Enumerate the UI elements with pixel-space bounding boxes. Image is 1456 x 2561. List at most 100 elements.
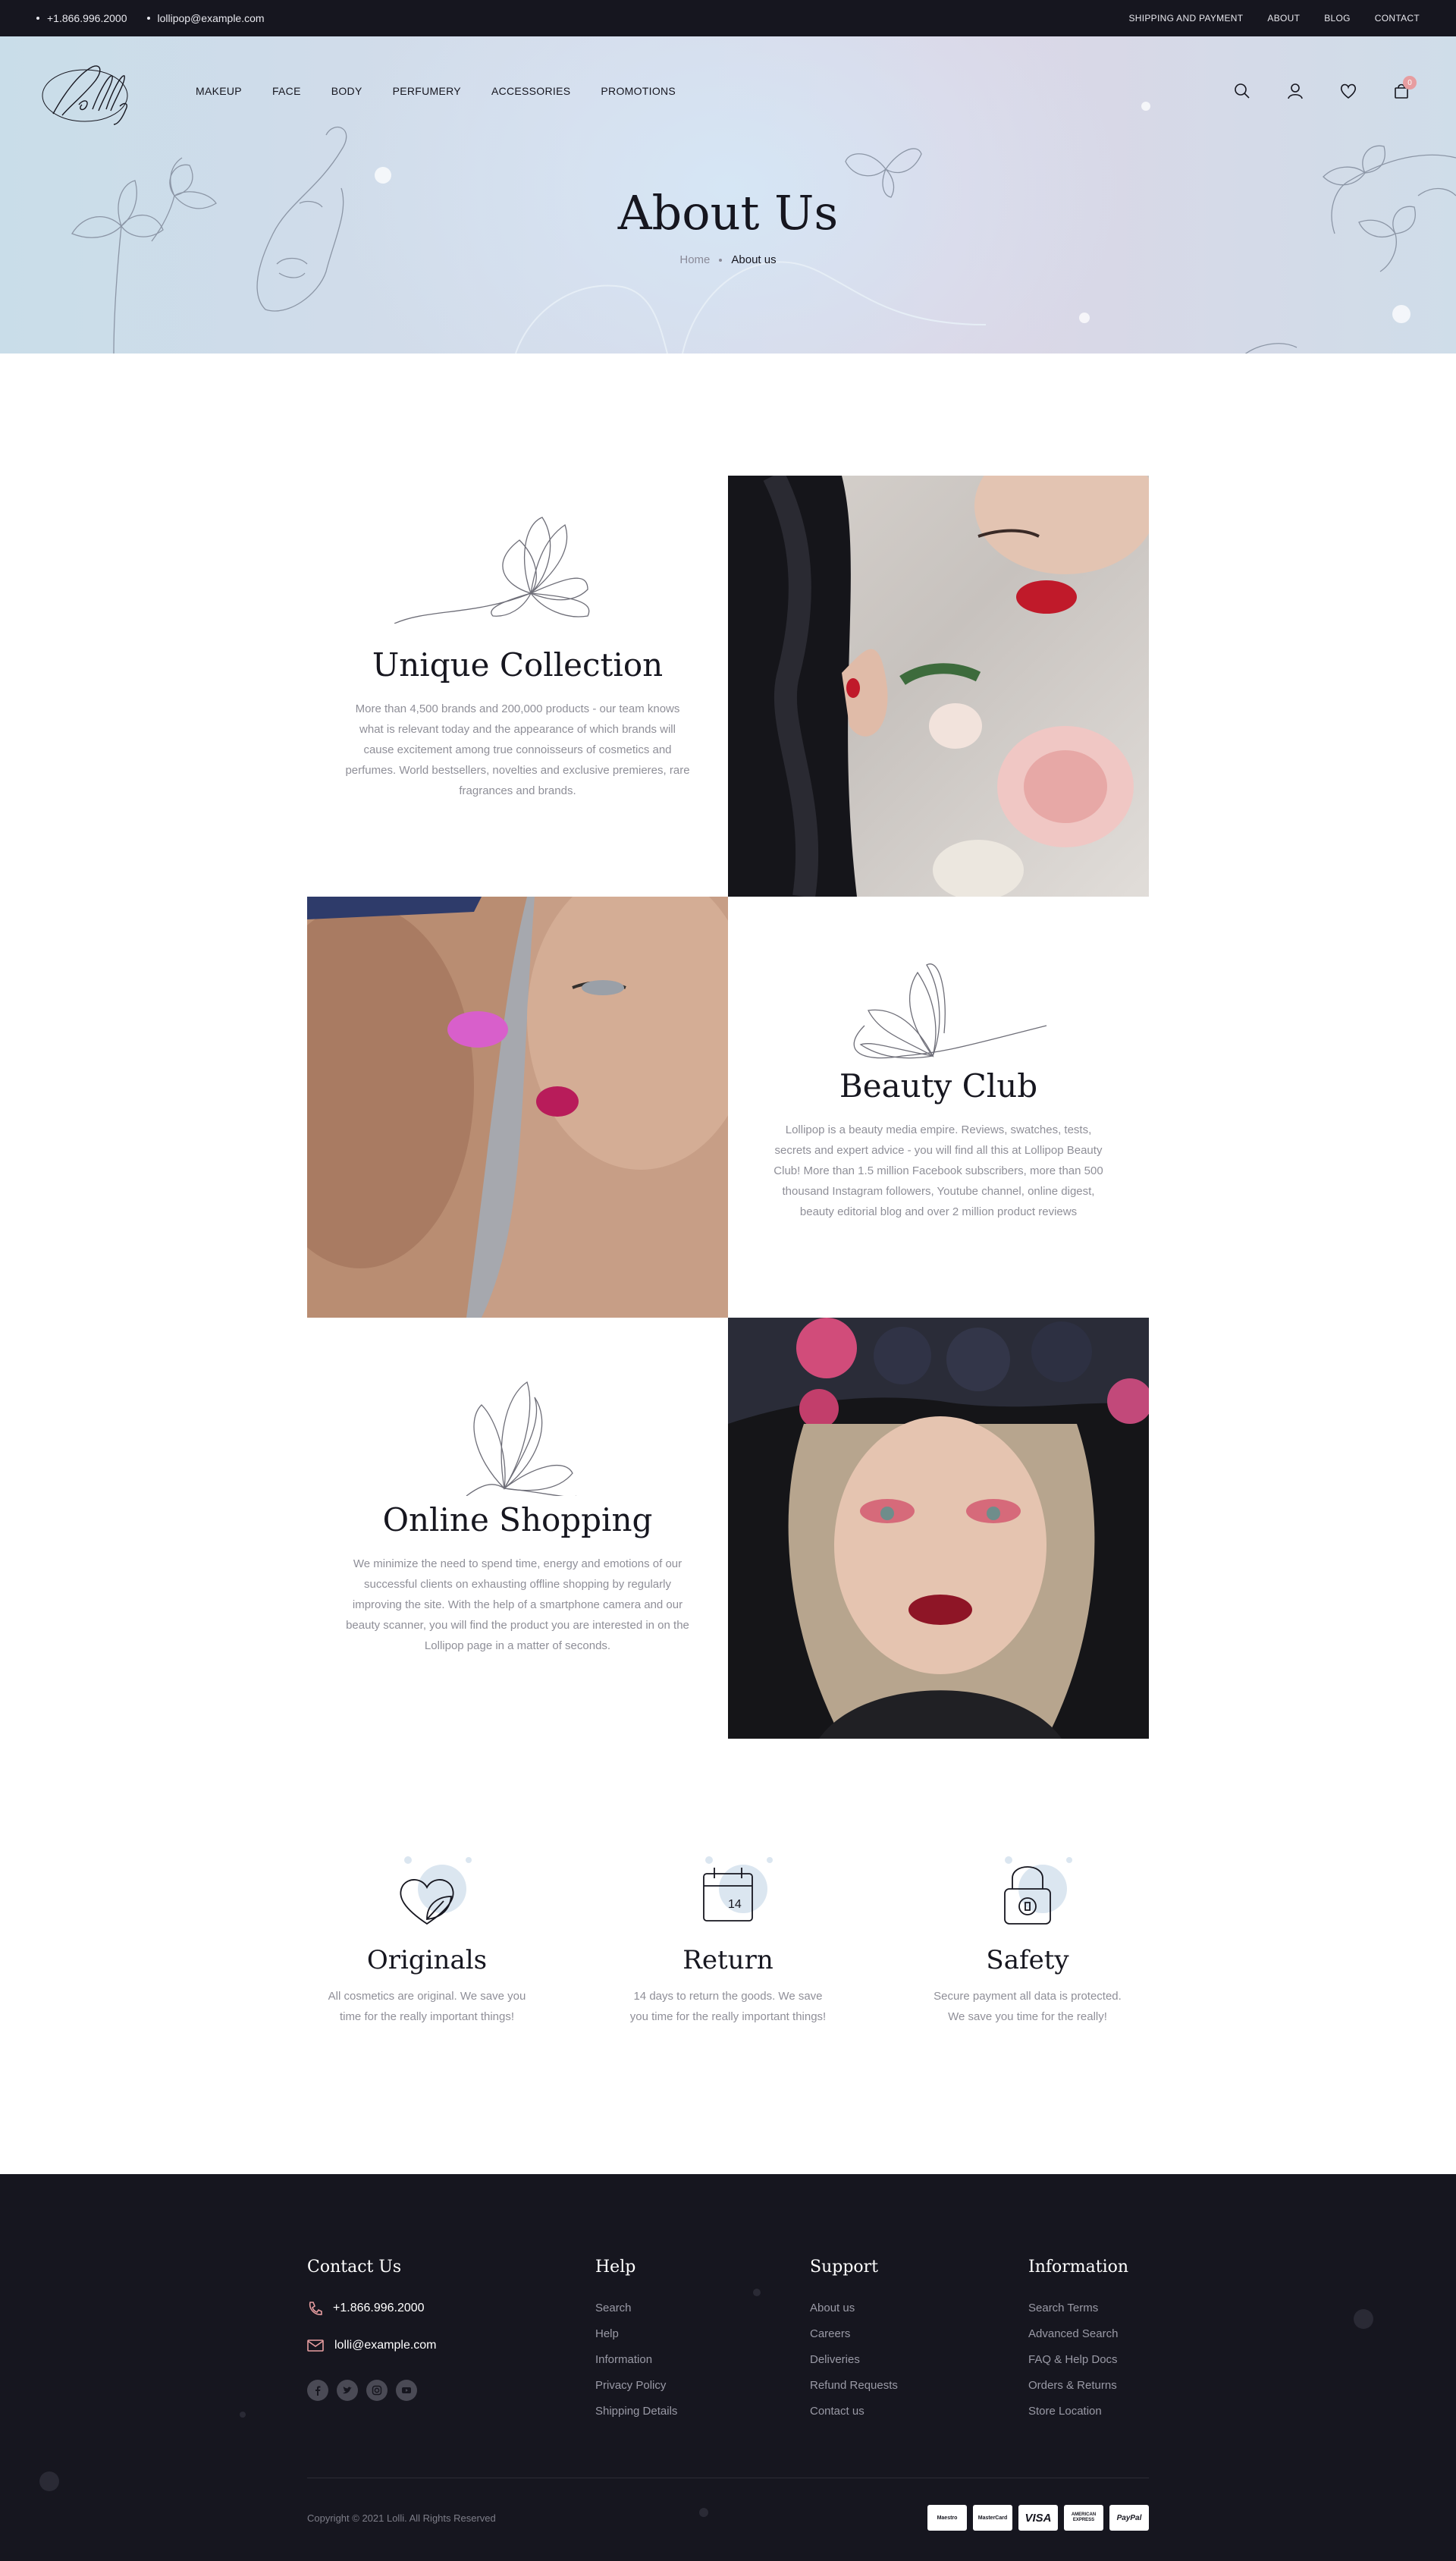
top-link-blog[interactable]: BLOG [1324, 13, 1351, 24]
footer-dot [240, 2412, 246, 2418]
footer-link-information[interactable]: Information [595, 2352, 677, 2368]
footer-contact: Contact Us +1.866.996.2000 lolli@example… [307, 2258, 437, 2401]
top-bar: +1.866.996.2000 lollipop@example.com SHI… [0, 0, 1456, 36]
feature-unique-collection: Unique Collection More than 4,500 brands… [307, 476, 728, 897]
nav-perfumery[interactable]: PERFUMERY [393, 85, 461, 97]
footer-support: Support About us Careers Deliveries Refu… [810, 2258, 898, 2430]
footer-link-help[interactable]: Help [595, 2327, 677, 2342]
nav-accessories[interactable]: ACCESSORIES [491, 85, 570, 97]
facebook-icon[interactable] [307, 2380, 328, 2401]
footer-link-faq[interactable]: FAQ & Help Docs [1028, 2352, 1128, 2368]
visa-icon: VISA [1018, 2505, 1058, 2531]
twitter-icon[interactable] [337, 2380, 358, 2401]
benefit-text: Secure payment all data is protected. We… [934, 1990, 1122, 2023]
hero-bubble [1079, 313, 1090, 323]
benefit-text: 14 days to return the goods. We save you… [629, 1990, 827, 2023]
paypal-icon: PayPal [1109, 2505, 1149, 2531]
mastercard-icon: MasterCard [973, 2505, 1012, 2531]
instagram-icon[interactable] [366, 2380, 388, 2401]
top-bar-links: SHIPPING AND PAYMENT ABOUT BLOG CONTACT [1128, 0, 1420, 36]
calendar-icon: 14 [614, 1851, 842, 1934]
nav-promotions[interactable]: PROMOTIONS [601, 85, 676, 97]
top-bar-email-text: lollipop@example.com [157, 12, 265, 24]
footer-link-refund[interactable]: Refund Requests [810, 2378, 898, 2393]
hero-bubble [1141, 102, 1150, 111]
footer-link-advanced-search[interactable]: Advanced Search [1028, 2327, 1128, 2342]
top-link-about[interactable]: ABOUT [1267, 13, 1300, 24]
footer-link-search[interactable]: Search [595, 2301, 677, 2316]
footer-link-about[interactable]: About us [810, 2301, 898, 2316]
footer-heading: Support [810, 2258, 879, 2277]
top-bar-phone-text: +1.866.996.2000 [47, 12, 127, 24]
top-link-contact[interactable]: CONTACT [1375, 13, 1420, 24]
lock-icon [914, 1851, 1141, 1934]
footer-link-privacy[interactable]: Privacy Policy [595, 2378, 677, 2393]
footer-link-store[interactable]: Store Location [1028, 2404, 1128, 2419]
footer-dot [753, 2289, 761, 2296]
header-icons: 0 [1233, 76, 1417, 100]
top-bar-email[interactable]: lollipop@example.com [146, 12, 265, 24]
breadcrumb-home[interactable]: Home [679, 253, 710, 266]
footer-heading: Help [595, 2258, 636, 2277]
top-link-shipping[interactable]: SHIPPING AND PAYMENT [1128, 13, 1243, 24]
footer-dot [39, 2471, 59, 2491]
main-nav: MAKEUP FACE BODY PERFUMERY ACCESSORIES P… [196, 85, 676, 97]
benefit-originals: Originals All cosmetics are original. We… [313, 1851, 541, 2027]
user-icon[interactable] [1286, 82, 1304, 100]
footer-link-deliveries[interactable]: Deliveries [810, 2352, 898, 2368]
footer-link-shipping[interactable]: Shipping Details [595, 2404, 677, 2419]
heart-icon[interactable] [1339, 82, 1357, 100]
nav-makeup[interactable]: MAKEUP [196, 85, 242, 97]
page-title: About Us [617, 185, 839, 240]
search-icon[interactable] [1233, 82, 1251, 100]
breadcrumb-current: About us [731, 253, 777, 266]
youtube-icon[interactable] [396, 2380, 417, 2401]
lotus-flower-icon [394, 517, 590, 624]
feature-text: Lollipop is a beauty media empire. Revie… [774, 1123, 1103, 1218]
photo-illustration [307, 897, 728, 1318]
nav-face[interactable]: FACE [272, 85, 301, 97]
photo-illustration [728, 476, 1149, 897]
heart-leaf-icon [313, 1851, 541, 1934]
payment-methods: Maestro MasterCard VISA AMERICAN EXPRESS… [927, 2505, 1149, 2531]
cart-icon[interactable]: 0 [1392, 76, 1417, 100]
bullet-icon [36, 17, 39, 20]
footer-link-orders[interactable]: Orders & Returns [1028, 2378, 1128, 2393]
benefit-title: Safety [986, 1945, 1069, 1975]
footer-email[interactable]: lolli@example.com [307, 2339, 437, 2352]
benefit-return: 14 Return 14 days to return the goods. W… [614, 1851, 842, 2027]
photo-illustration [728, 1318, 1149, 1739]
benefit-title: Originals [366, 1945, 488, 1975]
bullet-icon [146, 17, 150, 20]
phone-icon [309, 2302, 322, 2315]
cart-count-badge: 0 [1403, 76, 1417, 90]
photo-woman-flower-crown [728, 1318, 1149, 1739]
feature-beauty-club: Beauty Club Lollipop is a beauty media e… [728, 897, 1149, 1318]
footer-help: Help Search Help Information Privacy Pol… [595, 2258, 677, 2430]
feature-title: Beauty Club [839, 1067, 1038, 1105]
feature-title: Online Shopping [382, 1501, 653, 1538]
nav-body[interactable]: BODY [331, 85, 362, 97]
amex-icon: AMERICAN EXPRESS [1064, 2505, 1103, 2531]
footer-link-contact[interactable]: Contact us [810, 2404, 898, 2419]
hero-banner: MAKEUP FACE BODY PERFUMERY ACCESSORIES P… [0, 36, 1456, 354]
footer-link-careers[interactable]: Careers [810, 2327, 898, 2342]
lily-flower-icon [466, 1381, 576, 1496]
footer-phone[interactable]: +1.866.996.2000 [307, 2301, 437, 2316]
calendar-day-number: 14 [728, 1898, 742, 1911]
footer-dot [699, 2508, 708, 2517]
top-bar-phone[interactable]: +1.866.996.2000 [36, 12, 127, 24]
feature-online-shopping: Online Shopping We minimize the need to … [307, 1318, 728, 1739]
mail-icon [307, 2339, 324, 2352]
top-bar-contacts: +1.866.996.2000 lollipop@example.com [36, 0, 265, 36]
footer: Contact Us +1.866.996.2000 lolli@example… [0, 2174, 1456, 2561]
footer-link-search-terms[interactable]: Search Terms [1028, 2301, 1128, 2316]
social-links [307, 2380, 437, 2401]
footer-phone-text: +1.866.996.2000 [333, 2302, 425, 2314]
photo-woman-in-milk-bath [728, 476, 1149, 897]
photo-two-women-lipstick [307, 897, 728, 1318]
logo[interactable] [39, 59, 146, 127]
breadcrumb-separator [719, 259, 723, 262]
footer-dot [1354, 2309, 1373, 2329]
benefit-safety: Safety Secure payment all data is protec… [914, 1851, 1141, 2027]
